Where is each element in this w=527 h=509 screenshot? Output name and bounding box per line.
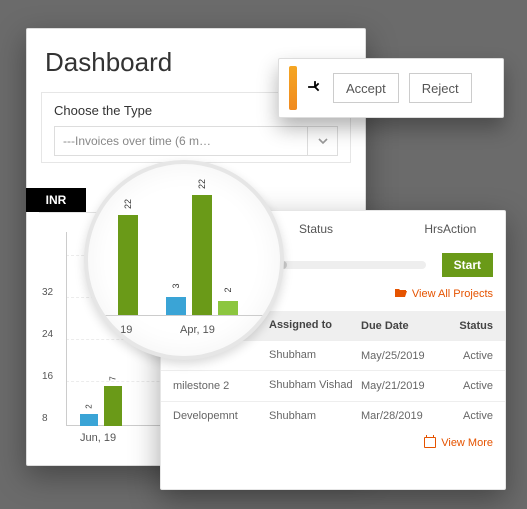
bar-label: 22 [197,179,207,189]
folder-open-icon [394,287,408,301]
col-hrs: Hrs [409,222,443,236]
bar-series-b: 22 [192,195,212,315]
cell-assigned: Shubham [269,349,361,362]
col-status: Status [299,222,409,236]
bar-series-b: 22 [118,215,138,315]
y-tick: 32 [42,287,53,298]
cell-status: Active [449,380,493,392]
bar-series-a: 3 [166,297,186,315]
view-all-label: View All Projects [412,288,493,300]
x-tick-label: Jun, 19 [80,432,116,444]
bar-series-a: 2 [80,414,98,426]
y-tick: 8 [42,413,48,424]
cell-due: Mar/28/2019 [361,410,449,422]
chevron-down-icon [307,127,337,155]
zoom-group-2: 3 22 2 [166,195,238,315]
view-more-label: View More [441,437,493,449]
cell-assigned: Shubham [269,410,361,423]
bar-group: 2 7 [80,386,122,426]
start-button-label: Start [454,258,481,272]
cell-task: Developemnt [173,410,269,422]
zoom-x-label: , 19 [114,324,132,336]
cell-status: Active [449,410,493,422]
calendar-icon [424,437,436,448]
bar-series-b: 7 [104,386,122,426]
th-assigned: Assigned to [269,319,361,332]
cell-due: May/25/2019 [361,350,449,362]
accept-label: Accept [346,81,386,96]
cell-assigned: Shubham Vishad [269,379,361,392]
reply-arrow-icon [307,80,323,97]
th-due: Due Date [361,320,449,332]
stage: Dashboard Choose the Type ---Invoices ov… [0,0,527,509]
notification-popup: Accept Reject [278,58,504,118]
bar-label: 2 [85,404,94,408]
accept-button[interactable]: Accept [333,73,399,103]
reject-label: Reject [422,81,459,96]
cell-due: May/21/2019 [361,380,449,392]
view-more-link[interactable]: View More [161,431,505,457]
zoom-baseline [104,315,264,316]
zoom-bars: 22 3 22 2 [118,195,238,315]
start-button[interactable]: Start [442,253,493,277]
type-select[interactable]: ---Invoices over time (6 m… [54,126,338,156]
cell-status: Active [449,350,493,362]
y-tick: 24 [42,329,53,340]
table-row[interactable]: milestone 2 Shubham Vishad May/21/2019 A… [161,370,505,400]
axis-y-line [66,232,67,426]
y-tick: 16 [42,371,53,382]
bar-label: 3 [171,283,181,288]
zoom-x-label: Apr, 19 [180,324,215,336]
currency-tab[interactable]: INR [26,188,86,212]
bar-label: 2 [223,287,233,292]
col-action: Action [443,222,493,236]
chart-zoom-lens: 22 3 22 2 , 19 Apr, 19 [84,160,284,360]
table-row[interactable]: Developemnt Shubham Mar/28/2019 Active [161,401,505,431]
type-select-value: ---Invoices over time (6 m… [63,134,211,148]
zoom-group-1: 22 [118,215,138,315]
reject-button[interactable]: Reject [409,73,472,103]
bar-label: 22 [123,199,133,209]
cell-task: milestone 2 [173,380,269,392]
currency-tab-label: INR [46,193,67,207]
bar-series-c: 2 [218,301,238,315]
priority-stripe-icon [289,66,297,110]
bar-label: 7 [109,376,118,380]
th-status: Status [449,320,493,332]
